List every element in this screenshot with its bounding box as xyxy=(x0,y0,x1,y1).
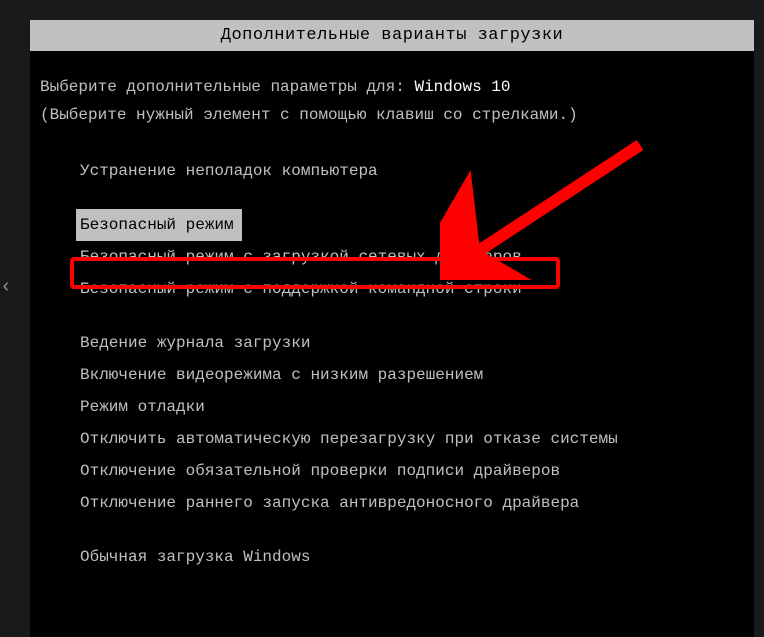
option-safe-mode[interactable]: Безопасный режим xyxy=(76,209,242,241)
option-disable-antimalware[interactable]: Отключение раннего запуска антивредоносн… xyxy=(76,487,587,519)
option-normal-boot[interactable]: Обычная загрузка Windows xyxy=(76,541,318,573)
title-text: Дополнительные варианты загрузки xyxy=(221,26,563,45)
header-prefix: Выберите дополнительные параметры для: xyxy=(40,78,414,96)
content-area: Выберите дополнительные параметры для: W… xyxy=(30,51,754,573)
hint-line: (Выберите нужный элемент с помощью клави… xyxy=(40,103,744,127)
option-debug-mode[interactable]: Режим отладки xyxy=(76,391,213,423)
option-safe-mode-networking[interactable]: Безопасный режим с загрузкой сетевых дра… xyxy=(76,241,530,273)
option-disable-driver-sig[interactable]: Отключение обязательной проверки подписи… xyxy=(76,455,568,487)
option-repair[interactable]: Устранение неполадок компьютера xyxy=(76,155,386,187)
option-safe-mode-command[interactable]: Безопасный режим с поддержкой командной … xyxy=(76,273,530,305)
options-list: Устранение неполадок компьютера Безопасн… xyxy=(40,155,744,573)
os-name: Windows 10 xyxy=(414,78,510,96)
option-boot-logging[interactable]: Ведение журнала загрузки xyxy=(76,327,318,359)
title-bar: Дополнительные варианты загрузки xyxy=(30,20,754,51)
option-low-res-video[interactable]: Включение видеорежима с низким разрешени… xyxy=(76,359,491,391)
header-line: Выберите дополнительные параметры для: W… xyxy=(40,75,744,99)
boot-screen-frame: Дополнительные варианты загрузки Выберит… xyxy=(30,20,754,637)
left-chevron-fragment: ‹ xyxy=(0,278,12,298)
option-disable-auto-restart[interactable]: Отключить автоматическую перезагрузку пр… xyxy=(76,423,626,455)
